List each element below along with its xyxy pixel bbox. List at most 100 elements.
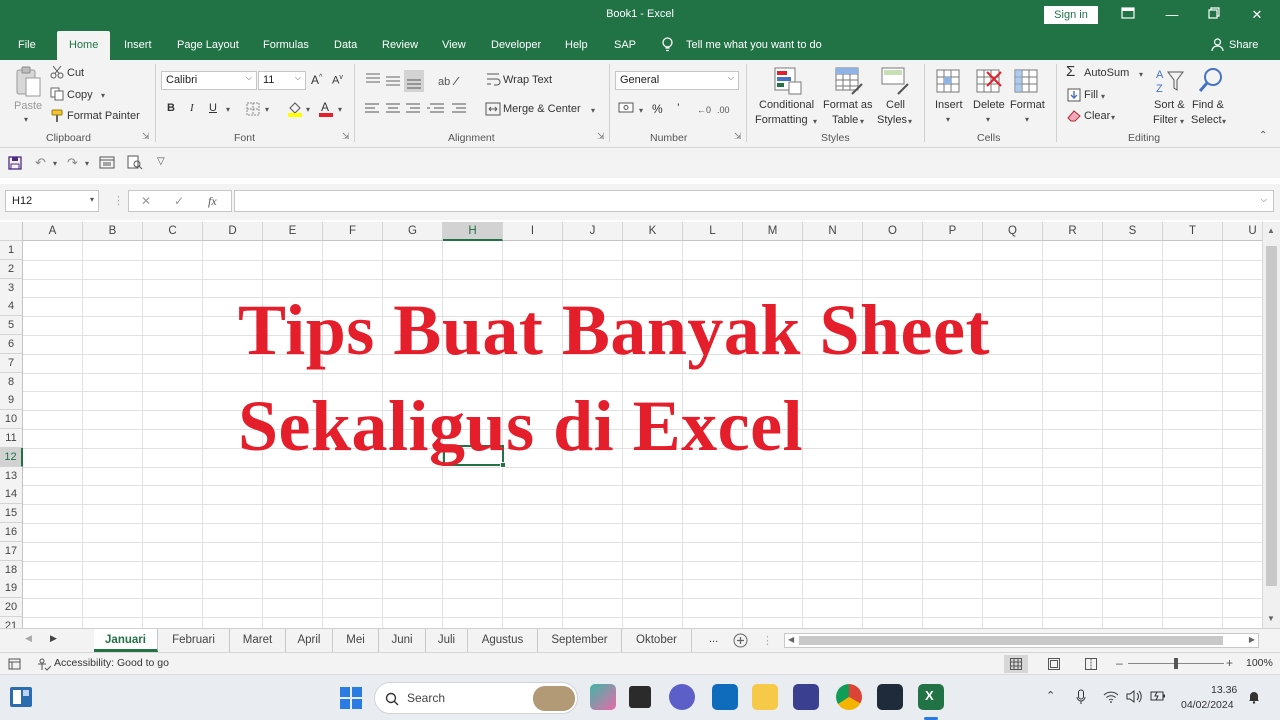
save-icon[interactable]	[8, 156, 22, 170]
borders-icon[interactable]	[246, 102, 260, 116]
row-header-20[interactable]: 20	[0, 598, 23, 618]
column-header-h[interactable]: H	[443, 222, 503, 241]
column-header-f[interactable]: F	[323, 222, 383, 241]
increase-font-size-icon[interactable]: A^	[311, 73, 322, 87]
volume-icon[interactable]	[1126, 689, 1142, 704]
column-header-q[interactable]: Q	[983, 222, 1043, 241]
accounting-format-icon[interactable]	[618, 101, 636, 115]
column-header-s[interactable]: S	[1103, 222, 1163, 241]
more-sheets-button[interactable]: ...	[709, 633, 718, 645]
row-header-15[interactable]: 15	[0, 504, 23, 524]
find-select-icon[interactable]	[1197, 66, 1225, 96]
row-header-4[interactable]: 4	[0, 297, 23, 317]
column-header-a[interactable]: A	[23, 222, 83, 241]
page-layout-view-icon[interactable]	[1048, 658, 1060, 670]
minimize-icon[interactable]: —	[1160, 4, 1184, 26]
zoom-out-button[interactable]: –	[1116, 656, 1123, 670]
store-icon[interactable]	[793, 684, 819, 710]
customize-qat-icon[interactable]: ▽	[157, 156, 165, 167]
fill-icon[interactable]	[1067, 88, 1081, 102]
column-header-b[interactable]: B	[83, 222, 143, 241]
row-header-9[interactable]: 9	[0, 391, 23, 411]
comma-style-button[interactable]: ’	[677, 101, 680, 115]
collapse-ribbon-icon[interactable]: ⌃	[1259, 130, 1267, 141]
row-header-21[interactable]: 21	[0, 617, 23, 628]
sheet-tab-april[interactable]: April	[286, 629, 333, 652]
column-header-k[interactable]: K	[623, 222, 683, 241]
tab-page-layout[interactable]: Page Layout	[177, 39, 239, 51]
accounting-dropdown-icon[interactable]: ▾	[639, 106, 643, 115]
cell-styles-button[interactable]: Cell	[886, 99, 905, 111]
tab-view[interactable]: View	[442, 39, 466, 51]
row-header-19[interactable]: 19	[0, 579, 23, 599]
show-hidden-icons[interactable]: ⌃	[1046, 689, 1055, 702]
form-icon[interactable]	[99, 156, 115, 169]
tab-review[interactable]: Review	[382, 39, 418, 51]
alignment-launcher-icon[interactable]: ⇲	[597, 131, 605, 142]
orientation-icon[interactable]: ab	[438, 71, 462, 89]
macro-record-icon[interactable]	[8, 658, 21, 670]
row-header-7[interactable]: 7	[0, 353, 23, 373]
horizontal-align-icons[interactable]	[364, 102, 476, 116]
column-header-n[interactable]: N	[803, 222, 863, 241]
decrease-font-size-icon[interactable]: Av	[332, 74, 343, 87]
page-break-view-icon[interactable]	[1085, 658, 1097, 670]
font-color-dropdown-icon[interactable]: ▾	[338, 105, 342, 114]
column-header-j[interactable]: J	[563, 222, 623, 241]
column-header-o[interactable]: O	[863, 222, 923, 241]
zoom-slider-thumb[interactable]	[1174, 658, 1178, 669]
select-all-corner[interactable]	[0, 222, 23, 241]
format-painter-button[interactable]: Format Painter	[67, 110, 140, 122]
tab-formulas[interactable]: Formulas	[263, 39, 309, 51]
row-header-13[interactable]: 13	[0, 466, 23, 486]
number-format-dropdown[interactable]: General ⌵	[615, 71, 739, 90]
tab-insert[interactable]: Insert	[124, 39, 152, 51]
share-icon[interactable]	[1211, 38, 1224, 55]
sheet-tab-juli[interactable]: Juli	[426, 629, 468, 652]
sort-filter-button[interactable]: Sort &	[1154, 99, 1185, 111]
insert-cells-button[interactable]: Insert	[935, 99, 963, 111]
zoom-in-button[interactable]: +	[1226, 656, 1233, 670]
sign-in-button[interactable]: Sign in	[1044, 6, 1098, 24]
format-as-table-button[interactable]: Format as	[823, 99, 873, 111]
name-box[interactable]: H12 ▾	[5, 190, 99, 212]
sheet-tab-februari[interactable]: Februari	[158, 629, 230, 652]
scroll-down-icon[interactable]: ▼	[1267, 614, 1275, 623]
format-cells-button[interactable]: Format	[1010, 99, 1045, 111]
taskbar-search[interactable]: Search	[374, 682, 578, 714]
copilot-icon[interactable]	[590, 684, 616, 710]
accessibility-icon[interactable]	[36, 657, 51, 671]
delete-cells-button[interactable]: Delete	[973, 99, 1005, 111]
sheet-tab-juni[interactable]: Juni	[379, 629, 426, 652]
tab-help[interactable]: Help	[565, 39, 588, 51]
conditional-formatting-icon[interactable]	[773, 66, 803, 96]
terminal-icon[interactable]	[877, 684, 903, 710]
wrap-text-icon[interactable]	[485, 71, 501, 87]
normal-view-button[interactable]	[1004, 655, 1028, 673]
column-header-t[interactable]: T	[1163, 222, 1223, 241]
row-header-18[interactable]: 18	[0, 560, 23, 580]
windows-start-icon[interactable]	[339, 686, 363, 710]
scroll-up-icon[interactable]: ▲	[1267, 226, 1275, 235]
cut-button[interactable]: Cut	[67, 67, 84, 79]
italic-button[interactable]: I	[190, 102, 194, 114]
column-header-e[interactable]: E	[263, 222, 323, 241]
format-cells-icon[interactable]	[1013, 66, 1041, 96]
sheet-tab-september[interactable]: September	[538, 629, 622, 652]
paste-dropdown-icon[interactable]: ▾	[24, 115, 28, 124]
formula-input[interactable]: ⌵	[234, 190, 1274, 212]
vertical-scrollbar[interactable]: ▲ ▼	[1262, 222, 1280, 628]
paste-icon[interactable]	[14, 66, 42, 98]
close-icon[interactable]: ✕	[1245, 4, 1269, 26]
column-header-m[interactable]: M	[743, 222, 803, 241]
clipboard-launcher-icon[interactable]: ⇲	[142, 131, 150, 142]
scissors-icon[interactable]	[50, 65, 64, 79]
sort-filter-icon[interactable]: A Z	[1155, 66, 1185, 96]
lightbulb-icon[interactable]	[661, 37, 674, 55]
sheet-tab-oktober[interactable]: Oktober	[622, 629, 692, 652]
undo-dropdown-icon[interactable]: ▾	[53, 159, 57, 168]
sheet-tab-januari[interactable]: Januari	[94, 629, 158, 652]
format-as-table-icon[interactable]	[834, 66, 864, 96]
teams-icon[interactable]	[669, 684, 695, 710]
notification-bell-icon[interactable]	[1247, 690, 1261, 704]
